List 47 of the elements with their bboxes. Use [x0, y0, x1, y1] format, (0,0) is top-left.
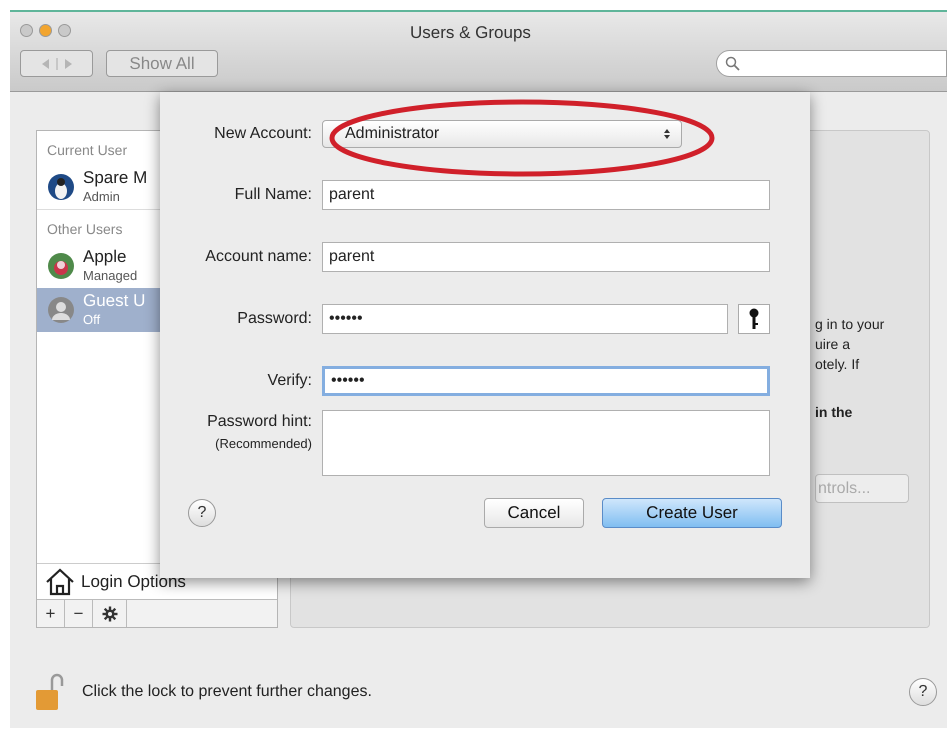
text-field[interactable]: parent [322, 242, 770, 272]
help-button[interactable]: ? [188, 499, 216, 527]
cancel-button[interactable]: Cancel [484, 498, 584, 528]
window-button-icon[interactable] [20, 24, 33, 37]
user-name: Guest U [83, 291, 146, 310]
avatar-icon [47, 173, 75, 201]
updown-arrows-icon [663, 128, 671, 140]
house-icon [45, 568, 75, 596]
window-title: Users & Groups [410, 22, 531, 44]
gear-icon [102, 606, 118, 622]
lock-message: Click the lock to prevent further changes. [82, 682, 373, 702]
user-role: Admin [83, 188, 121, 206]
description-text: in the [815, 403, 852, 422]
text-field[interactable]: parent [322, 180, 770, 210]
description-text: g in to your [815, 315, 884, 334]
key-icon [749, 308, 759, 330]
avatar-icon [47, 296, 75, 324]
help-button[interactable]: ? [909, 678, 937, 706]
user-name: Apple [83, 247, 128, 266]
create-user-button[interactable]: Create User [602, 498, 782, 528]
password-field[interactable]: •••••• [322, 304, 728, 334]
key-button[interactable] [738, 304, 770, 334]
user-name: Spare M [83, 168, 148, 187]
window-button-icon[interactable] [58, 24, 71, 37]
password-hint-field[interactable] [322, 410, 770, 476]
window-button-icon[interactable] [39, 24, 52, 37]
field-label: Full Name: [234, 185, 312, 205]
remove-button[interactable]: − [65, 600, 93, 627]
field-note: (Recommended) [214, 435, 312, 453]
avatar-icon [47, 252, 75, 280]
user-role: Managed [83, 267, 138, 285]
field-label: Password hint: [206, 412, 312, 432]
field-label: New Account: [213, 124, 312, 144]
description-text: uire a [815, 335, 850, 354]
field-label: Account name: [204, 247, 312, 267]
add-button[interactable]: + [37, 600, 65, 627]
section-header: Current User [47, 142, 128, 158]
account-type-popup[interactable]: Administrator [322, 120, 682, 148]
back-forward-button[interactable] [20, 50, 93, 77]
password-field[interactable]: •••••• [322, 366, 770, 396]
description-text: otely. If [815, 355, 860, 374]
user-role: Off [83, 311, 102, 329]
section-header: Other Users [47, 221, 122, 237]
search-field[interactable] [716, 50, 947, 77]
search-icon [725, 56, 741, 72]
field-label: Verify: [266, 371, 312, 391]
login-options-label: Login Options [81, 570, 186, 593]
